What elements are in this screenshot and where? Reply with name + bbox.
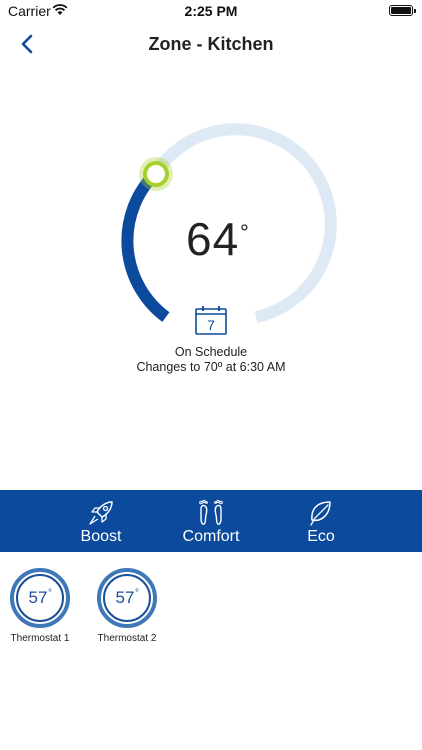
thermostat-2-temp: 57: [115, 588, 135, 607]
temperature-degree: °: [240, 220, 249, 245]
rocket-icon: [89, 501, 113, 525]
schedule-status: On Schedule: [174, 345, 248, 359]
footprints-icon: [199, 499, 223, 525]
current-temperature: 64: [186, 213, 240, 265]
thermostat-dial: 64 ° 7 On Schedule Changes to 70º at 6:3…: [0, 0, 422, 420]
leaf-icon: [310, 501, 331, 526]
dial-active-arc[interactable]: [121, 168, 170, 322]
eco-mode-label: Eco: [307, 528, 335, 545]
thermostat-2-degree: °: [135, 588, 139, 599]
thermostat-1-temp: 57: [28, 588, 48, 607]
mode-bar: Boost Comfort Eco: [0, 490, 422, 552]
thermostat-1-name: Thermostat 1: [10, 633, 70, 644]
eco-mode-button[interactable]: Eco: [251, 490, 391, 552]
schedule-change-note: Changes to 70º at 6:30 AM: [136, 360, 286, 374]
calendar-icon[interactable]: 7: [195, 305, 227, 335]
thermostat-1-degree: °: [48, 588, 52, 599]
dial-handle-center: [147, 165, 165, 183]
thermostat-2-name: Thermostat 2: [97, 633, 157, 644]
calendar-day: 7: [207, 317, 215, 333]
